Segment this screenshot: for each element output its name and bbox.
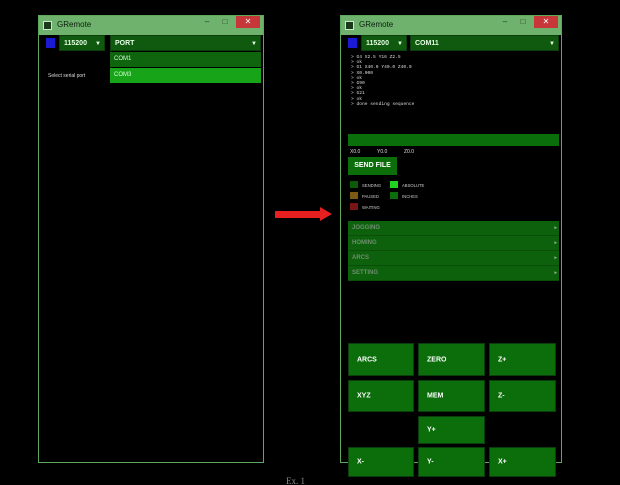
arrow-shaft [275,211,321,218]
chevron-down-icon: ▼ [251,41,257,47]
x-minus-button[interactable]: X- [348,447,414,477]
window-body: 115200 ▼ COM11 ▼ > G4 X2.5 Y16 Z2.5 > ok… [344,35,559,477]
x-plus-button[interactable]: X+ [489,447,556,477]
port-option-com3[interactable]: COM3 [110,68,261,83]
accordion-panel: JOGGING ▸ HOMING ▸ ARCS ▸ SETTING ▸ [348,221,559,281]
z-minus-button[interactable]: Z- [489,380,556,412]
arrow-head-icon [320,207,332,221]
legend-label: INCHES [402,194,418,199]
baud-rate-value: 115200 [366,40,389,47]
chevron-down-icon: ▼ [397,41,403,47]
port-value: PORT [115,40,135,47]
log-line: > done sending sequence [351,101,415,107]
window-title: GRemote [359,20,394,29]
app-icon [43,21,52,30]
mem-button[interactable]: MEM [418,380,485,412]
baud-icon [348,38,357,48]
z-plus-button[interactable]: Z+ [489,343,556,376]
app-icon [345,21,354,30]
y-minus-button[interactable]: Y- [418,447,485,477]
sending-swatch [350,181,358,188]
accordion-label: JOGGING [352,225,381,231]
z-coordinate: Z0.0 [404,149,415,155]
title-bar[interactable]: GRemote – □ ✕ [341,16,561,35]
baud-icon [46,38,55,48]
progress-bar [348,134,559,146]
y-coordinate: Y0.0 [377,149,388,155]
waiting-swatch [350,203,358,210]
inches-swatch [390,192,398,199]
minimize-button[interactable]: – [497,16,513,28]
arcs-button[interactable]: ARCS [348,343,414,376]
baud-rate-value: 115200 [64,40,87,47]
port-dropdown[interactable]: COM11 ▼ [410,35,559,51]
left-app-window: GRemote – □ ✕ 115200 ▼ PORT ▼ COM1 COM3 … [38,15,264,463]
chevron-down-icon: ▼ [95,41,101,47]
accordion-label: SETTING [352,270,379,276]
absolute-swatch [390,181,398,188]
baud-rate-dropdown[interactable]: 115200 ▼ [59,35,105,51]
send-file-button[interactable]: SEND FILE [348,157,397,175]
chevron-right-icon: ▸ [554,240,557,246]
window-body: 115200 ▼ PORT ▼ COM1 COM3 Select serial … [42,35,261,459]
serial-log: > G4 X2.5 Y16 Z2.5 > ok > G1 X40.0 Y40.0… [351,55,556,107]
zero-button[interactable]: ZERO [418,343,485,376]
legend-label: SENDING [362,183,382,188]
accordion-setting[interactable]: SETTING ▸ [348,266,559,281]
port-dropdown-list: COM1 COM3 [110,51,261,83]
close-button[interactable]: ✕ [534,16,558,28]
legend-label: ABSOLUTE [402,183,425,188]
accordion-homing[interactable]: HOMING ▸ [348,236,559,251]
paused-swatch [350,192,358,199]
chevron-right-icon: ▸ [554,225,557,231]
xyz-button[interactable]: XYZ [348,380,414,412]
accordion-label: ARCS [352,255,370,261]
legend-label: PAUSED [362,194,379,199]
chevron-down-icon: ▼ [549,41,555,47]
accordion-arcs[interactable]: ARCS ▸ [348,251,559,266]
accordion-label: HOMING [352,240,377,246]
accordion-jogging[interactable]: JOGGING ▸ [348,221,559,236]
legend-label: WAITING [362,205,380,210]
close-button[interactable]: ✕ [236,16,260,28]
maximize-button[interactable]: □ [217,16,233,28]
maximize-button[interactable]: □ [515,16,531,28]
x-coordinate: X0.0 [350,149,361,155]
right-app-window: GRemote – □ ✕ 115200 ▼ COM11 ▼ > G4 X2.5… [340,15,562,477]
window-title: GRemote [57,20,92,29]
chevron-right-icon: ▸ [554,270,557,276]
status-text: Select serial port [48,73,86,79]
figure-caption: Ex. 1 [286,476,305,485]
minimize-button[interactable]: – [199,16,215,28]
port-value: COM11 [415,40,439,47]
port-dropdown[interactable]: PORT ▼ [110,35,261,51]
port-option-com1[interactable]: COM1 [110,52,261,67]
y-plus-button[interactable]: Y+ [418,416,485,444]
chevron-right-icon: ▸ [554,255,557,261]
title-bar[interactable]: GRemote – □ ✕ [39,16,263,35]
baud-rate-dropdown[interactable]: 115200 ▼ [361,35,407,51]
